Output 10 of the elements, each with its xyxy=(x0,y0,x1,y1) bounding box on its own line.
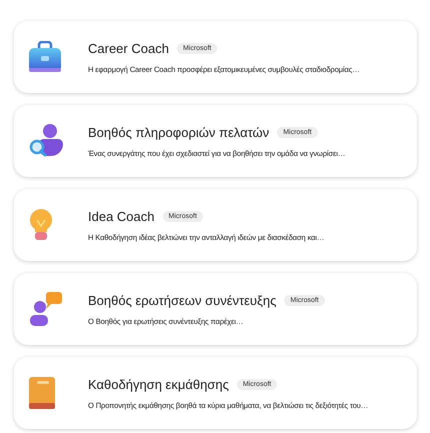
person-search-icon xyxy=(28,123,64,159)
agent-name: Βοηθός πληροφοριών πελατών xyxy=(88,124,270,140)
person-chat-icon xyxy=(28,291,64,327)
agent-name: Idea Coach xyxy=(88,208,154,224)
agent-name: Career Coach xyxy=(88,40,169,56)
book-icon xyxy=(28,376,56,410)
agent-name: Βοηθός ερωτήσεων συνέντευξης xyxy=(88,292,276,308)
agent-name: Καθοδήγηση εκμάθησης xyxy=(88,376,229,392)
lightbulb-icon xyxy=(28,208,54,242)
briefcase-icon xyxy=(28,41,62,73)
